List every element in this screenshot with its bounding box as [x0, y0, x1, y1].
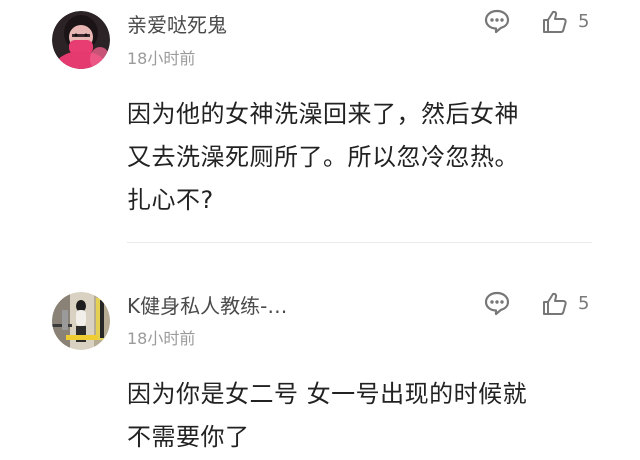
- avatar-masked-person-icon: [52, 11, 110, 69]
- user-avatar[interactable]: [52, 292, 110, 350]
- comment-text: 因为他的女神洗澡回来了，然后女神 又去洗澡死厕所了。所以忽冷忽热。 扎心不?: [127, 93, 597, 222]
- reply-button[interactable]: [483, 290, 511, 316]
- comment-text-line: 又去洗澡死厕所了。所以忽冷忽热。: [127, 143, 519, 171]
- comment-item: K健身私人教练-… 18小时前 5 因为你是女二号 女一号出现的时候就 不需要你…: [0, 243, 640, 460]
- comment-list: 亲爱哒死鬼 18小时前 5 因为他的女神洗澡回来了，然后女神 又去洗澡死厕所了。…: [0, 0, 640, 460]
- reply-button[interactable]: [483, 8, 511, 34]
- comment-bubble-icon: [484, 291, 510, 316]
- comment-text-line: 因为他的女神洗澡回来了，然后女神: [127, 100, 519, 128]
- username[interactable]: 亲爱哒死鬼: [127, 13, 227, 37]
- avatar-fitness-photo-icon: [52, 292, 110, 350]
- user-avatar[interactable]: [52, 11, 110, 69]
- like-button[interactable]: 5: [541, 8, 597, 36]
- like-count: 5: [578, 11, 590, 32]
- thumbs-up-icon: [543, 292, 567, 315]
- comment-bubble-icon: [484, 9, 510, 34]
- username[interactable]: K健身私人教练-…: [127, 294, 287, 318]
- comment-text-line: 不需要你了: [127, 423, 250, 451]
- comment-text-line: 扎心不?: [127, 186, 214, 214]
- thumbs-up-icon: [543, 10, 567, 33]
- comment-item: 亲爱哒死鬼 18小时前 5 因为他的女神洗澡回来了，然后女神 又去洗澡死厕所了。…: [0, 0, 640, 242]
- like-button[interactable]: 5: [541, 290, 597, 318]
- like-count: 5: [578, 293, 590, 314]
- comment-text-line: 因为你是女二号 女一号出现的时候就: [127, 380, 528, 408]
- timestamp: 18小时前: [127, 329, 196, 348]
- comment-text: 因为你是女二号 女一号出现的时候就 不需要你了: [127, 373, 597, 459]
- timestamp: 18小时前: [127, 49, 196, 68]
